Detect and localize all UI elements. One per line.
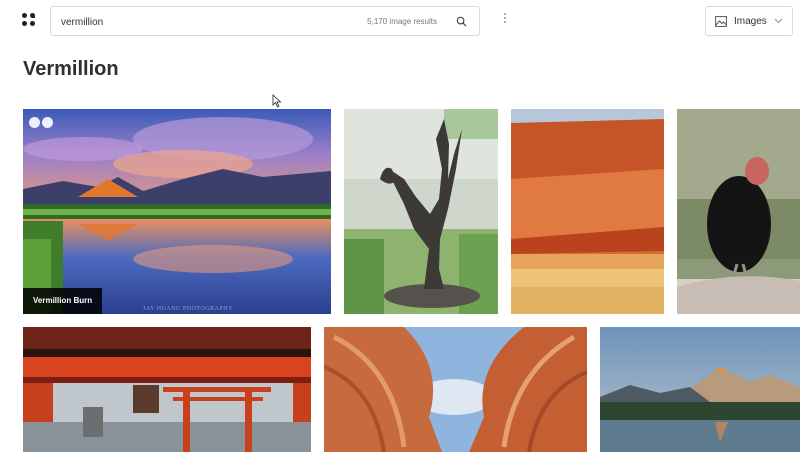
tile-action-dots[interactable] bbox=[29, 115, 55, 133]
mouse-cursor-icon bbox=[272, 94, 282, 108]
search-input[interactable] bbox=[61, 13, 351, 31]
image-tile[interactable] bbox=[511, 109, 664, 314]
search-icon[interactable] bbox=[456, 16, 467, 27]
image-thumbnail bbox=[23, 327, 311, 452]
image-thumbnail bbox=[677, 109, 800, 314]
image-tile[interactable]: JAY HUANG PHOTOGRAPHY Vermillion Burn bbox=[23, 109, 331, 314]
dropdown-label: Images bbox=[734, 16, 767, 27]
image-thumbnail bbox=[344, 109, 498, 314]
logo-icon[interactable] bbox=[22, 13, 38, 29]
image-caption: Vermillion Burn bbox=[23, 288, 103, 314]
image-tile[interactable] bbox=[344, 109, 498, 314]
image-thumbnail bbox=[23, 109, 331, 314]
chevron-down-icon bbox=[774, 18, 783, 24]
image-tile[interactable] bbox=[600, 327, 800, 452]
image-type-dropdown[interactable]: Images bbox=[705, 6, 793, 36]
vertical-dots-icon[interactable] bbox=[502, 13, 508, 29]
image-thumbnail bbox=[600, 327, 800, 452]
page-title: Vermillion bbox=[23, 58, 119, 80]
image-icon bbox=[715, 16, 727, 27]
image-thumbnail bbox=[324, 327, 587, 452]
image-tile[interactable] bbox=[677, 109, 800, 314]
image-tile[interactable] bbox=[23, 327, 311, 452]
search-bar[interactable]: 5,170 image results bbox=[50, 6, 480, 36]
image-thumbnail bbox=[511, 109, 664, 314]
results-count: 5,170 image results bbox=[367, 17, 437, 26]
photo-watermark: JAY HUANG PHOTOGRAPHY bbox=[143, 306, 233, 312]
image-tile[interactable] bbox=[324, 327, 587, 452]
